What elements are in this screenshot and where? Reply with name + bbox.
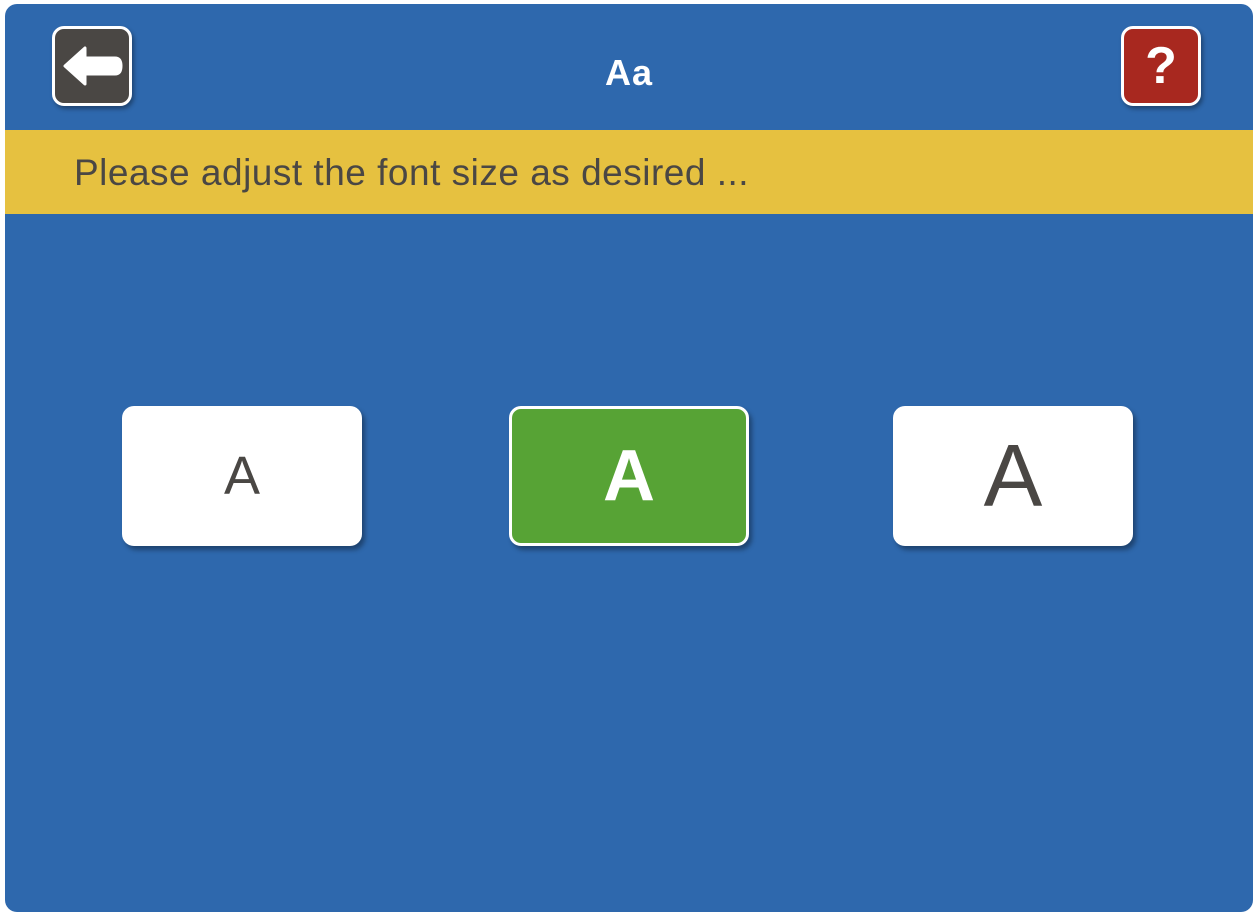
question-mark-icon: ? <box>1145 37 1177 95</box>
instruction-banner: Please adjust the font size as desired .… <box>5 130 1253 214</box>
font-size-medium-button[interactable]: A <box>509 406 749 546</box>
instruction-text: Please adjust the font size as desired .… <box>74 152 750 193</box>
page-title: Aa <box>604 52 654 93</box>
help-button[interactable]: ? <box>1121 26 1201 106</box>
font-size-large-button[interactable]: A <box>893 406 1133 546</box>
font-size-screen: Aa ? Please adjust the font size as desi… <box>5 4 1253 912</box>
font-size-large-label: A <box>983 426 1043 525</box>
font-size-small-button[interactable]: A <box>122 406 362 546</box>
top-bar: Aa ? <box>5 4 1253 130</box>
font-size-medium-label: A <box>603 436 655 516</box>
font-size-small-label: A <box>223 446 261 506</box>
